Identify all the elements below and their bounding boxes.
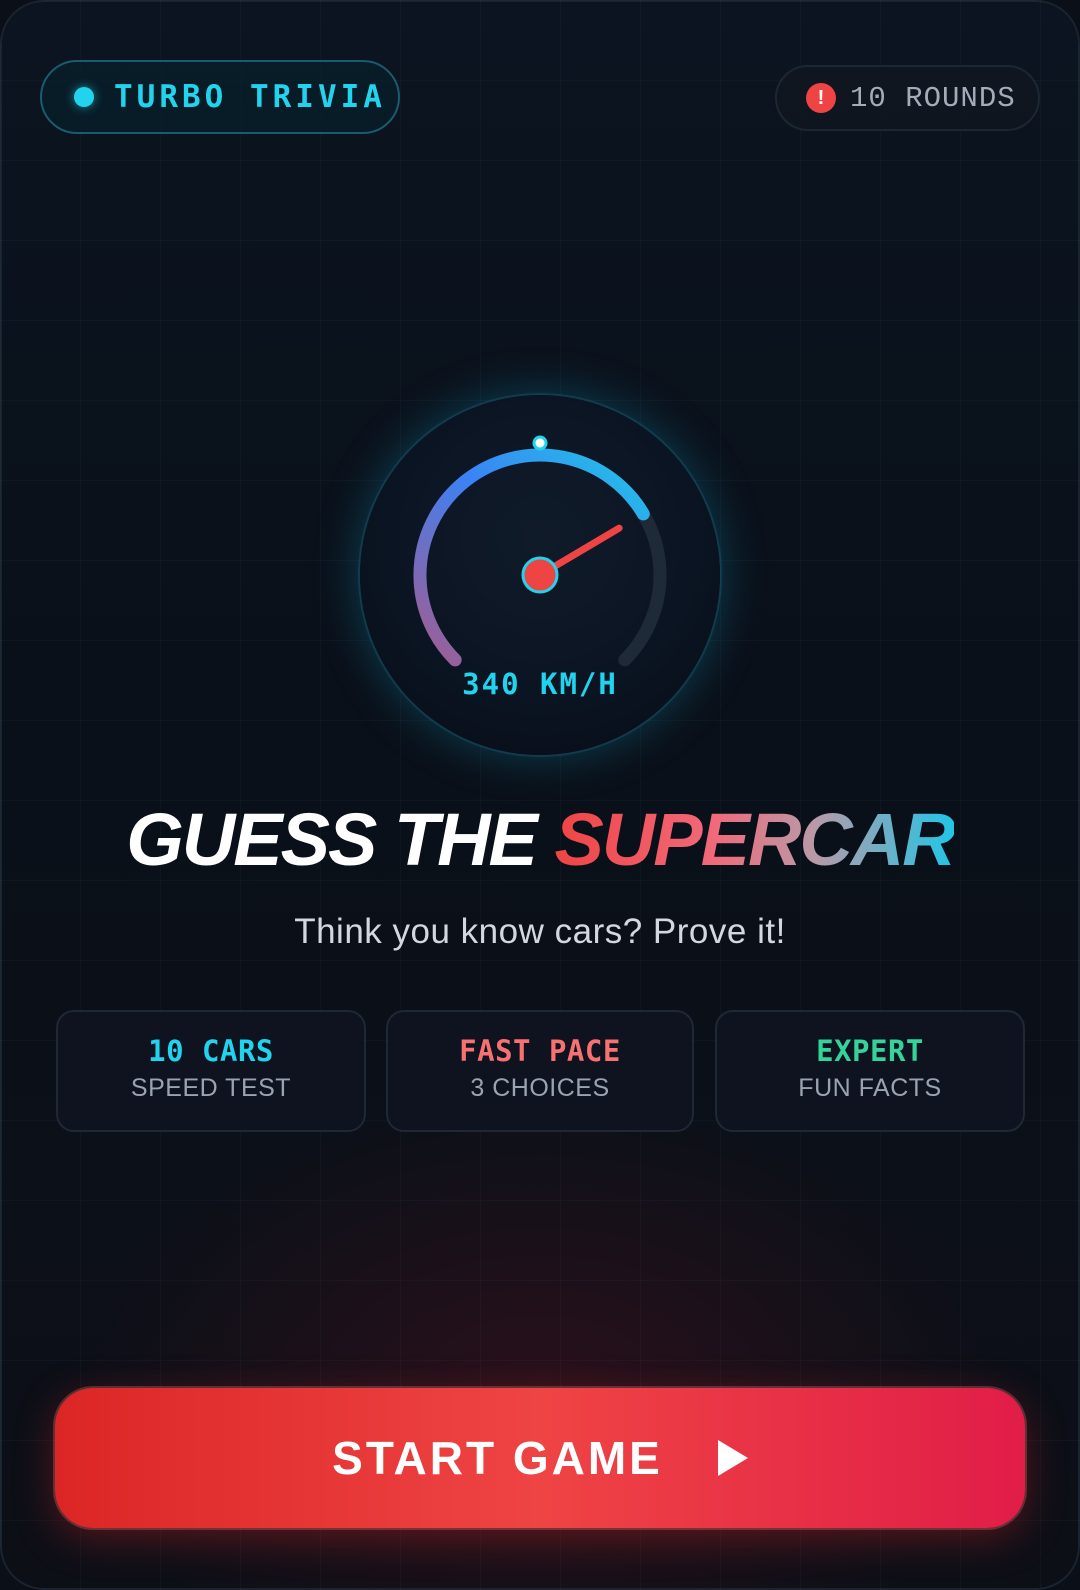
play-icon xyxy=(717,1440,748,1476)
rounds-badge: ! 10 ROUNDS xyxy=(775,65,1040,131)
game-title: GUESS THE SUPERCAR xyxy=(0,795,1080,885)
gauge-hub xyxy=(521,556,559,594)
status-dot-icon xyxy=(74,87,94,107)
alert-icon: ! xyxy=(806,83,836,113)
gauge-progress-arc xyxy=(413,448,650,667)
game-screen: TURBO TRIVIA ! 10 ROUNDS 340 KM/H GUESS … xyxy=(0,0,1080,1590)
speedometer-gauge: 340 KM/H xyxy=(360,395,720,755)
feature-card-subtitle: SPEED TEST xyxy=(130,1074,292,1102)
brand-badge: TURBO TRIVIA xyxy=(40,60,400,134)
game-subtitle: Think you know cars? Prove it! xyxy=(294,912,786,951)
feature-card-expert: EXPERT FUN FACTS xyxy=(715,1010,1025,1132)
feature-card-cars: 10 CARS SPEED TEST xyxy=(56,1010,366,1132)
start-game-button[interactable]: START GAME xyxy=(55,1388,1025,1528)
title-part-accent: SUPERCAR xyxy=(554,798,955,881)
speed-readout: 340 KM/H xyxy=(462,667,618,701)
feature-card-pace: FAST PACE 3 CHOICES xyxy=(386,1010,694,1132)
feature-card-subtitle: FUN FACTS xyxy=(798,1074,942,1102)
speedometer-svg xyxy=(413,435,667,667)
feature-card-title: FAST PACE xyxy=(459,1034,621,1068)
feature-card-subtitle: 3 CHOICES xyxy=(470,1074,610,1102)
gauge-top-marker xyxy=(532,435,548,451)
feature-card-title: 10 CARS xyxy=(148,1034,274,1068)
brand-title: TURBO TRIVIA xyxy=(114,79,386,115)
feature-card-title: EXPERT xyxy=(816,1034,924,1068)
title-part-white: GUESS THE xyxy=(126,798,555,881)
rounds-label: 10 ROUNDS xyxy=(850,81,1016,115)
start-game-label: START GAME xyxy=(332,1432,663,1484)
